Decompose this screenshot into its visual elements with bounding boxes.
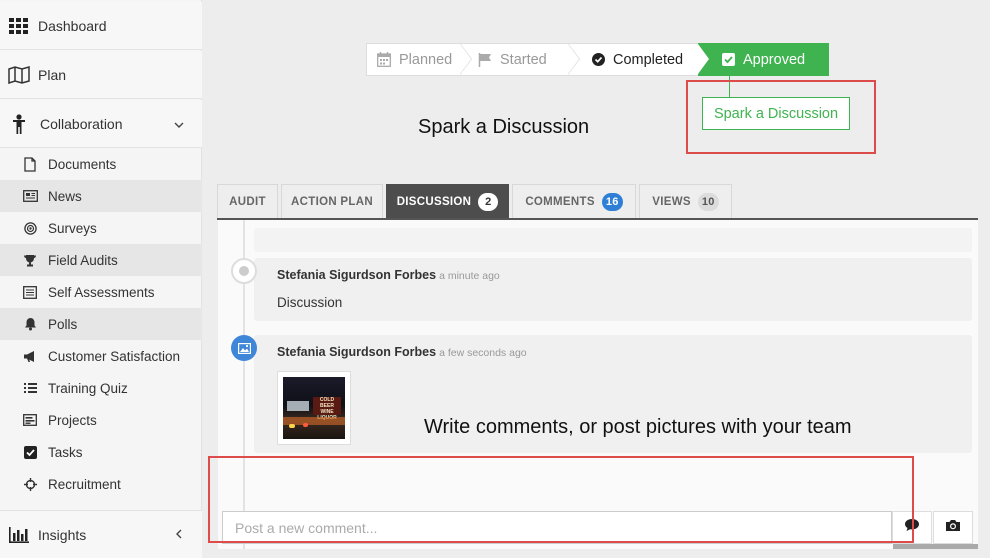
megaphone-icon [22, 348, 38, 364]
check-circle-icon [592, 53, 605, 66]
tab-badge: 16 [601, 192, 623, 211]
sidebar-item-label: Collaboration [40, 115, 123, 132]
target-icon [22, 220, 38, 236]
caption-comments: Write comments, or post pictures with yo… [424, 416, 852, 438]
sidebar-item-projects[interactable]: Projects [0, 404, 202, 436]
chevron-down-icon[interactable] [174, 117, 184, 131]
newspaper-icon [22, 188, 38, 204]
tab-label: DISCUSSION [396, 195, 472, 208]
sidebar-item-label: Surveys [48, 220, 97, 236]
step-planned[interactable]: Planned [366, 43, 472, 76]
bell-icon [22, 316, 38, 332]
list-icon [22, 380, 38, 396]
sidebar-item-label: Plan [38, 66, 67, 83]
check-square-icon [722, 53, 735, 66]
author-name: Stefania Sigurdson Forbes [277, 345, 437, 359]
step-approved[interactable]: Approved [698, 43, 829, 76]
entry-text: Discussion [277, 295, 343, 310]
grid-icon [8, 15, 30, 37]
tab-audit[interactable]: AUDIT [217, 184, 278, 218]
sidebar-item-self-assessments[interactable]: Self Assessments [0, 276, 202, 308]
image-icon [231, 335, 257, 361]
sidebar-item-label: Training Quiz [48, 380, 128, 396]
calendar-icon [377, 52, 391, 67]
attached-photo[interactable]: COLD BEER WINE LIQUOR [277, 371, 351, 445]
step-label: Started [500, 51, 547, 68]
entry-time: a few seconds ago [439, 347, 527, 359]
discussion-header-strip [254, 228, 972, 252]
tab-label: AUDIT [229, 195, 266, 208]
flag-icon [478, 52, 492, 67]
tab-comments[interactable]: COMMENTS 16 [512, 184, 636, 218]
sidebar-item-surveys[interactable]: Surveys [0, 212, 202, 244]
caption-spark: Spark a Discussion [418, 116, 590, 138]
tab-bar: AUDIT ACTION PLAN DISCUSSION 2 COMMENTS … [217, 184, 978, 219]
tab-badge: 2 [478, 192, 499, 211]
entry-time: a minute ago [439, 270, 500, 282]
camera-button[interactable] [933, 511, 973, 544]
sidebar-item-tasks[interactable]: Tasks [0, 436, 202, 468]
tab-discussion[interactable]: DISCUSSION 2 [386, 184, 509, 218]
sidebar-item-label: Polls [48, 316, 78, 332]
trophy-icon [22, 252, 38, 268]
sidebar-item-field-audits[interactable]: Field Audits [0, 244, 202, 276]
bar-chart-icon [8, 524, 30, 546]
sidebar-item-label: Field Audits [48, 252, 118, 268]
sidebar-item-plan[interactable]: Plan [0, 51, 202, 99]
list-check-icon [22, 284, 38, 300]
tab-label: ACTION PLAN [291, 195, 373, 208]
file-icon [22, 156, 38, 172]
entry-author: Stefania Sigurdson Forbes a few seconds a… [277, 345, 527, 359]
author-name: Stefania Sigurdson Forbes [277, 268, 437, 282]
tab-badge: 10 [697, 192, 719, 211]
sidebar-item-label: News [48, 188, 82, 204]
sidebar-item-polls[interactable]: Polls [0, 308, 202, 340]
sidebar-item-insights[interactable]: Insights [0, 510, 202, 558]
sidebar-item-recruitment[interactable]: Recruitment [0, 468, 202, 500]
sidebar-item-label: Documents [48, 156, 117, 172]
entry-author: Stefania Sigurdson Forbes a minute ago [277, 268, 500, 282]
checkbox-icon [22, 444, 38, 460]
sidebar-item-label: Insights [38, 526, 87, 543]
store-photo: COLD BEER WINE LIQUOR [283, 377, 345, 439]
tab-action-plan[interactable]: ACTION PLAN [281, 184, 383, 218]
crosshair-icon [22, 476, 38, 492]
workflow-steps: Planned Started Completed Approved [366, 43, 829, 76]
chevron-left-icon[interactable] [176, 528, 182, 542]
sidebar: Dashboard Plan Collaboration Documents N… [0, 0, 202, 558]
sidebar-item-training-quiz[interactable]: Training Quiz [0, 372, 202, 404]
sidebar-item-label: Customer Satisfaction [48, 348, 181, 364]
tab-label: COMMENTS [525, 195, 595, 208]
tab-views[interactable]: VIEWS 10 [639, 184, 732, 218]
person-icon [8, 113, 30, 135]
sidebar-item-label: Self Assessments [48, 284, 155, 300]
scrollbar[interactable] [893, 544, 978, 549]
step-label: Approved [743, 51, 806, 68]
sidebar-item-label: Tasks [48, 444, 83, 460]
sidebar-item-news[interactable]: News [0, 180, 202, 212]
projects-icon [22, 412, 38, 428]
store-sign: COLD BEER WINE LIQUOR [313, 397, 341, 421]
step-label: Planned [399, 51, 453, 68]
step-completed[interactable]: Completed [568, 43, 710, 76]
sidebar-item-dashboard[interactable]: Dashboard [0, 2, 202, 50]
timeline-dot-icon [231, 258, 257, 284]
camera-icon [945, 519, 961, 537]
tab-label: VIEWS [652, 195, 691, 208]
step-label: Completed [613, 51, 684, 68]
highlight-box [686, 80, 876, 154]
sidebar-item-collaboration[interactable]: Collaboration [0, 100, 202, 148]
map-icon [8, 64, 30, 86]
highlight-box [208, 456, 914, 543]
sidebar-item-label: Recruitment [48, 476, 121, 492]
sidebar-item-label: Projects [48, 412, 97, 428]
sidebar-item-label: Dashboard [38, 17, 107, 34]
sidebar-item-documents[interactable]: Documents [0, 148, 202, 180]
sidebar-item-customer-satisfaction[interactable]: Customer Satisfaction [0, 340, 202, 372]
step-started[interactable]: Started [460, 43, 580, 76]
